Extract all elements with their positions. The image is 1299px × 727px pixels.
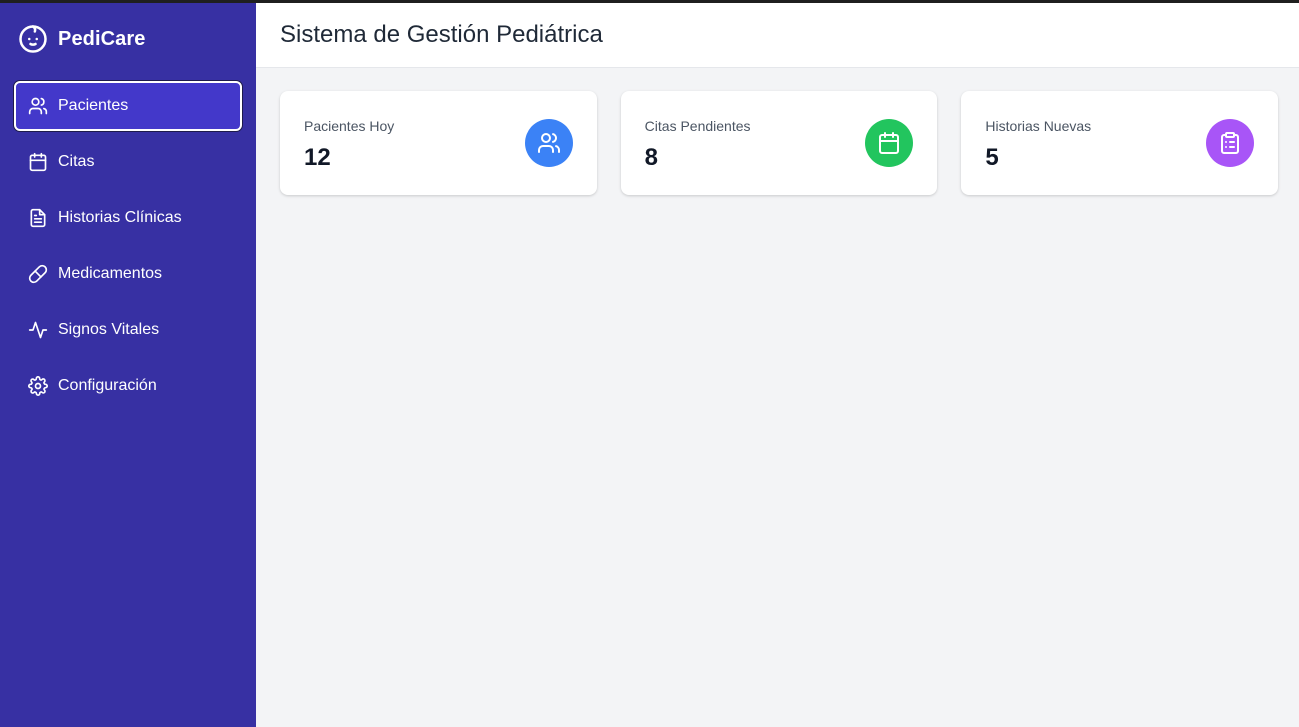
sidebar-item-label: Pacientes — [58, 97, 129, 114]
app-name: PediCare — [58, 27, 146, 50]
window-top-border — [0, 0, 1299, 3]
users-icon — [28, 96, 48, 116]
clipboard-list-icon — [1206, 119, 1255, 167]
brand[interactable]: PediCare — [18, 23, 146, 55]
activity-icon — [28, 320, 48, 340]
stats-cards: Pacientes Hoy 12 Citas Pendientes 8 Hist… — [280, 91, 1279, 195]
sidebar-item-configuracion[interactable]: Configuración — [14, 361, 242, 411]
stat-label: Pacientes Hoy — [304, 118, 395, 134]
stat-label: Historias Nuevas — [985, 118, 1092, 134]
sidebar-item-pacientes[interactable]: Pacientes — [14, 81, 242, 131]
sidebar-item-label: Citas — [58, 153, 95, 170]
sidebar-item-label: Signos Vitales — [58, 321, 160, 338]
page-header: Sistema de Gestión Pediátrica — [256, 3, 1299, 68]
stat-card-historias-nuevas: Historias Nuevas 5 — [961, 91, 1279, 195]
sidebar-item-medicamentos[interactable]: Medicamentos — [14, 249, 242, 299]
sidebar-item-label: Configuración — [58, 377, 157, 394]
stat-label: Citas Pendientes — [644, 118, 751, 134]
stat-card-citas-pendientes: Citas Pendientes 8 — [620, 91, 938, 195]
page-title: Sistema de Gestión Pediátrica — [280, 21, 603, 48]
sidebar-item-signos-vitales[interactable]: Signos Vitales — [14, 305, 242, 355]
stat-value: 5 — [985, 144, 999, 171]
sidebar-item-label: Historias Clínicas — [58, 209, 182, 226]
stat-value: 12 — [304, 144, 331, 171]
sidebar-nav: Pacientes Citas Historias Clínicas Medic… — [14, 81, 242, 417]
gear-icon — [28, 376, 48, 396]
file-text-icon — [28, 208, 48, 228]
pill-icon — [28, 264, 48, 284]
stat-card-pacientes-hoy: Pacientes Hoy 12 — [280, 91, 597, 195]
sidebar-item-citas[interactable]: Citas — [14, 137, 242, 187]
calendar-icon — [865, 119, 914, 167]
calendar-icon — [28, 152, 48, 172]
sidebar-item-label: Medicamentos — [58, 265, 163, 282]
baby-face-icon — [18, 24, 48, 54]
sidebar: PediCare Pacientes Citas Historias Clíni… — [0, 3, 256, 727]
sidebar-item-historias-clinicas[interactable]: Historias Clínicas — [14, 193, 242, 243]
users-icon — [524, 119, 573, 167]
stat-value: 8 — [644, 144, 659, 171]
